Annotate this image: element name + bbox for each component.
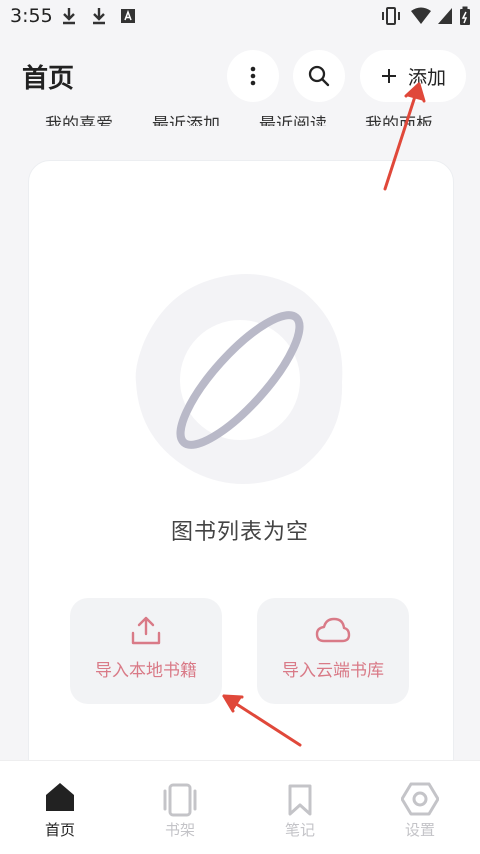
filter-tab[interactable]: 最近添加: [152, 108, 220, 126]
more-vertical-icon: [250, 66, 256, 86]
nav-item-settings[interactable]: 设置: [360, 761, 480, 854]
filter-strip: 我的喜爱 最近添加 最近阅读 我的面板: [0, 104, 480, 126]
bookmark-icon: [288, 784, 312, 816]
import-cloud-label: 导入云端书库: [282, 661, 384, 681]
filter-tab[interactable]: 我的喜爱: [45, 108, 113, 126]
signal-icon: [438, 8, 452, 24]
import-local-button[interactable]: 导入本地书籍: [70, 598, 222, 704]
plus-icon: [381, 69, 396, 83]
nav-item-bookshelf[interactable]: 书架: [120, 761, 240, 854]
nav-label-notes: 笔记: [284, 821, 315, 839]
nav-item-home[interactable]: 首页: [0, 761, 120, 854]
nav-label-bookshelf: 书架: [164, 821, 195, 839]
import-local-label: 导入本地书籍: [95, 661, 197, 681]
font-app-icon: [121, 9, 135, 23]
nav-label-home: 首页: [44, 821, 75, 839]
download-icon: [63, 8, 75, 25]
nav-label-settings: 设置: [404, 821, 435, 839]
search-button[interactable]: [293, 50, 345, 102]
more-button[interactable]: [227, 50, 279, 102]
bookshelf-icon: [163, 783, 197, 817]
download-icon: [93, 8, 105, 25]
planet-icon: [135, 274, 343, 485]
add-button-label: 添加: [407, 66, 446, 89]
nav-item-notes[interactable]: 笔记: [240, 761, 360, 854]
empty-message: 图书列表为空: [170, 520, 309, 545]
bottom-nav: 首页 书架 笔记 设置: [0, 760, 480, 854]
add-button[interactable]: 添加: [360, 50, 466, 102]
settings-icon: [401, 782, 439, 816]
upload-icon: [131, 616, 161, 645]
wifi-icon: [411, 7, 431, 24]
search-icon: [308, 65, 330, 87]
page-title: 首页: [22, 64, 75, 94]
filter-tab[interactable]: 我的面板: [365, 108, 433, 126]
vibrate-icon: [382, 7, 400, 25]
import-cloud-button[interactable]: 导入云端书库: [257, 598, 409, 704]
status-bar: 3:55: [0, 0, 480, 32]
status-time: 3:55: [10, 5, 53, 27]
battery-icon: [460, 6, 470, 25]
home-icon: [46, 783, 74, 811]
cloud-icon: [315, 617, 351, 643]
filter-tab[interactable]: 最近阅读: [259, 108, 327, 126]
